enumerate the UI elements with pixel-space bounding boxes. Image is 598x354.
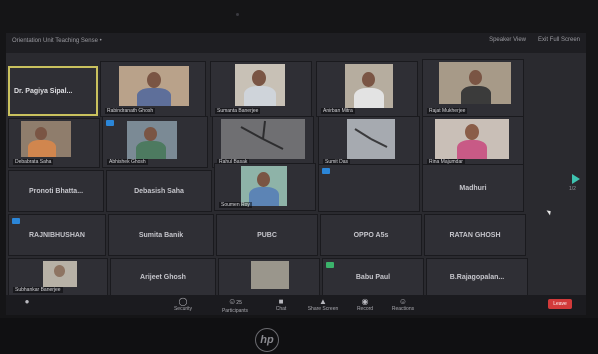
participant-tile[interactable]: B.Rajagopalan... [426,258,528,296]
participant-tile[interactable]: Soumen Roy [214,163,316,211]
participant-tile[interactable]: Rajat Mukherjee [422,59,524,117]
spotlight-badge [106,120,114,126]
participant-tile[interactable]: Sumit Das [318,116,420,168]
participant-tile[interactable]: Madhuri [422,164,524,212]
participant-video [435,119,509,159]
participant-tile[interactable] [218,258,320,296]
participant-name: Abhishek Ghosh [107,159,148,165]
participant-video [221,119,305,159]
participant-name: RAJNIBHUSHAN [28,231,85,239]
participant-name: Pronoti Bhatta... [28,187,84,195]
participant-name: Rajat Mukherjee [427,108,468,114]
participant-tile[interactable]: Rabindranath Ghosh [100,61,206,117]
participant-name: B.Rajagopalan... [449,273,505,281]
spotlight-badge [322,168,330,174]
participant-tile[interactable]: PUBC [216,214,318,256]
ceiling-fan-icon [354,128,388,148]
next-page-arrow-icon[interactable] [572,174,580,184]
chat-button[interactable]: ■ Chat [264,297,298,312]
participants-count: 25 [236,300,242,306]
security-label: Security [173,306,193,312]
participant-tile[interactable]: Anirban Mitra [316,61,418,117]
chat-label: Chat [275,306,287,312]
participant-name: Dr. Pagiya Sipal... [14,87,73,95]
security-button[interactable]: ◯ Security [166,297,200,312]
chat-icon: ■ [278,297,284,306]
participant-tile[interactable]: Dr. Pagiya Sipal... [8,66,98,116]
participant-tile[interactable]: Abhishek Ghosh [102,116,208,168]
participant-tile[interactable]: Rina Majumdar [422,116,524,168]
participant-tile[interactable]: Sumanta Banerjee [210,61,312,117]
participant-video [439,62,511,104]
participant-video [347,119,395,159]
participant-video [251,261,289,289]
meeting-title: Orientation Unit Teaching Sense • [12,38,102,44]
participant-tile[interactable]: Debasish Saha [106,170,212,212]
smiley-icon: ☺ [398,297,408,306]
people-icon: ☺25 [228,297,242,306]
participant-name: Sumita Banik [138,231,184,239]
reactions-button[interactable]: ☺ Reactions [386,297,420,312]
exit-fullscreen-button[interactable]: Exit Full Screen [538,37,580,43]
participant-name: Debasish Saha [134,187,184,195]
participant-name: OPPO A5s [353,231,389,239]
participants-label: Participants [221,308,249,314]
participant-name: Soumen Roy [219,202,252,208]
participant-name: PUBC [257,231,277,239]
participant-tile[interactable]: RAJNIBHUSHAN [8,214,106,256]
participant-tile[interactable]: Babu Paul [322,258,424,296]
participants-button[interactable]: ☺25 Participants [218,297,252,314]
participant-tile[interactable]: RATAN GHOSH [424,214,526,256]
share-label: Share Screen [307,306,339,312]
webcam-icon [236,13,239,16]
participant-name: Arijeet Ghosh [140,273,186,281]
record-label: Record [356,306,374,312]
participant-tile[interactable]: Arijeet Ghosh [110,258,216,296]
participant-video [345,64,393,108]
speaker-view-button[interactable]: Speaker View [489,37,526,43]
mute-button[interactable]: ● [10,297,44,306]
meeting-controls-bar: ● ◯ Security ☺25 Participants ■ Chat ▲ S… [6,295,586,315]
participant-name: Debabrata Saha [13,159,54,165]
record-button[interactable]: ◉ Record [348,297,382,312]
mouse-cursor-icon [546,208,553,216]
participant-tile[interactable]: Sumita Banik [108,214,214,256]
laptop-bezel-bottom [0,318,598,354]
participant-tile[interactable]: Rahul Basak [212,116,314,168]
share-screen-button[interactable]: ▲ Share Screen [306,297,340,312]
participant-tile[interactable]: Subhankar Banerjee [8,258,108,296]
participant-name: Rabindranath Ghosh [105,108,156,114]
share-icon: ▲ [319,297,327,306]
reactions-label: Reactions [391,306,415,312]
meeting-topbar: Orientation Unit Teaching Sense • Speake… [6,33,586,53]
participant-video [21,121,71,157]
participant-video [119,66,189,106]
participant-tile[interactable]: Pronoti Bhatta... [8,170,104,212]
leave-meeting-button[interactable]: Leave [548,299,572,309]
participant-video [235,64,285,106]
participant-name: Babu Paul [355,273,391,281]
shield-icon: ◯ [178,297,188,306]
participant-name: Subhankar Banerjee [13,287,63,293]
participant-tile[interactable]: Debabrata Saha [8,118,100,168]
page-indicator: 1/2 [569,186,576,192]
participant-name: Madhuri [459,184,487,192]
participant-name: Sumanta Banerjee [215,108,261,114]
participant-name: Anirban Mitra [321,108,355,114]
participant-video [43,261,77,287]
participant-name: RATAN GHOSH [449,231,501,239]
participant-tile[interactable] [318,164,420,212]
meeting-screen: Orientation Unit Teaching Sense • Speake… [6,33,586,315]
participant-tile[interactable]: OPPO A5s [320,214,422,256]
ceiling-fan-icon [240,120,284,150]
record-icon: ◉ [361,297,369,306]
microphone-icon: ● [24,297,30,306]
participant-video [241,166,287,206]
hp-logo: hp [255,328,279,352]
participant-video [127,121,177,159]
